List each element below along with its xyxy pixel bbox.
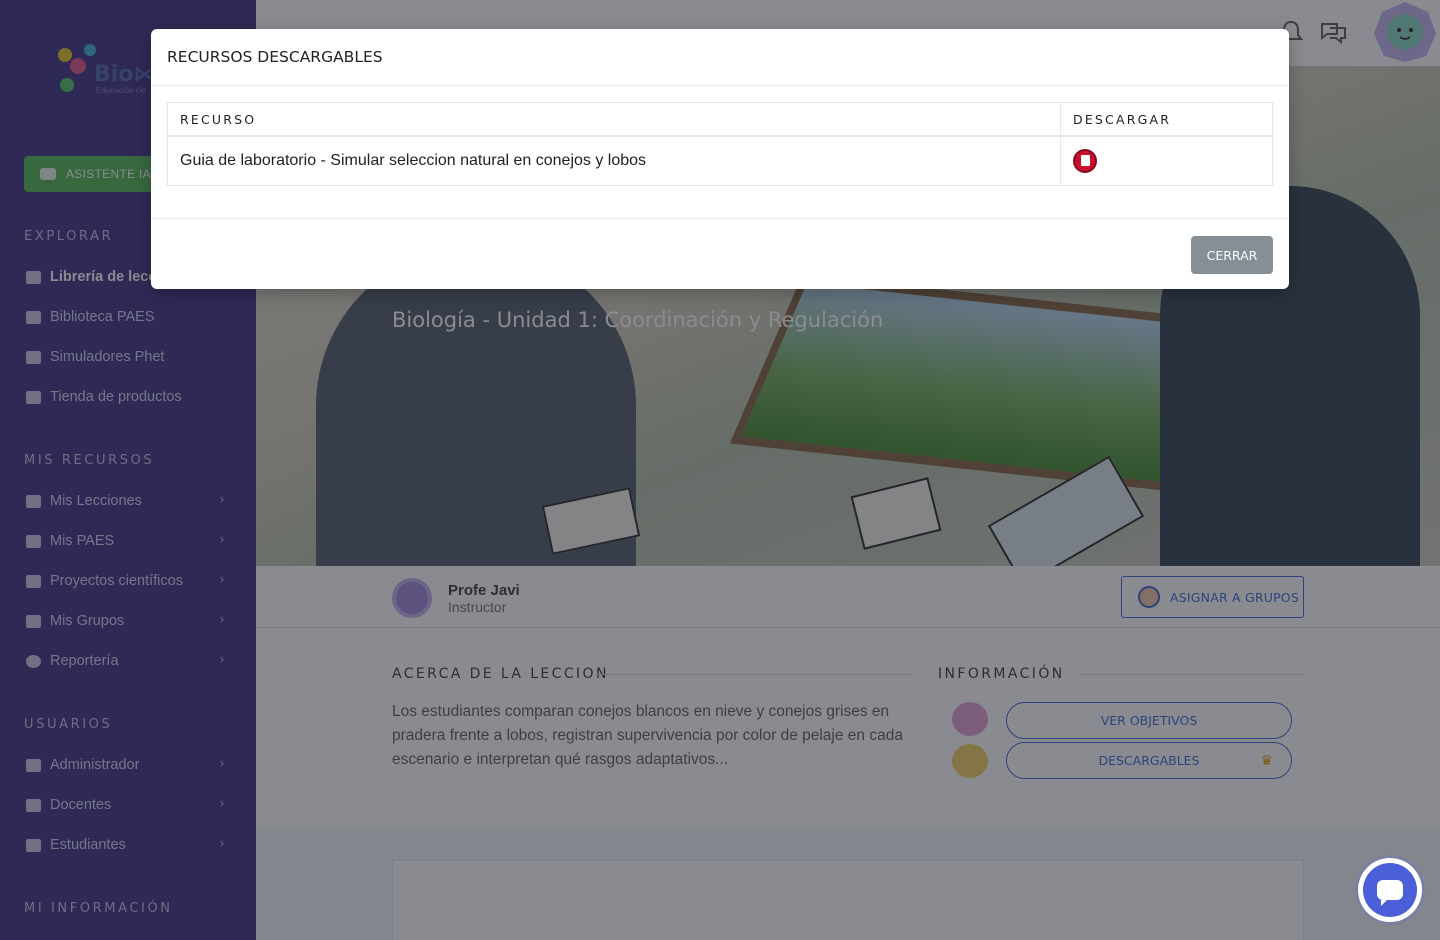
resources-table: RECURSO DESCARGAR Guia de laboratorio - …	[167, 102, 1273, 186]
table-row: Guia de laboratorio - Simular seleccion …	[168, 137, 1272, 185]
close-button[interactable]: CERRAR	[1191, 236, 1273, 274]
pdf-icon[interactable]	[1073, 149, 1097, 173]
resource-name: Guia de laboratorio - Simular seleccion …	[168, 137, 1061, 185]
modal-footer: CERRAR	[151, 218, 1289, 289]
downloads-modal: RECURSOS DESCARGABLES RECURSO DESCARGAR …	[151, 29, 1289, 289]
download-cell	[1061, 137, 1272, 185]
modal-header: RECURSOS DESCARGABLES	[151, 29, 1289, 86]
chat-widget-button[interactable]	[1358, 858, 1422, 922]
column-header-descargar: DESCARGAR	[1073, 111, 1172, 127]
column-header-recurso: RECURSO	[168, 103, 1061, 135]
chat-bubble-icon	[1377, 880, 1403, 906]
chat-widget-inner	[1363, 863, 1417, 917]
modal-title: RECURSOS DESCARGABLES	[167, 48, 383, 66]
table-header: RECURSO DESCARGAR	[168, 103, 1272, 137]
